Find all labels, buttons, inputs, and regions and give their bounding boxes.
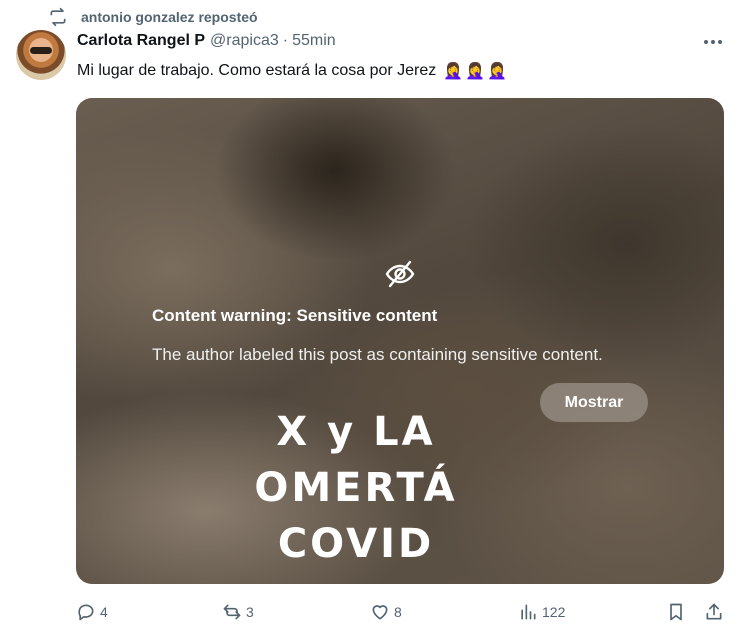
- more-dot: [711, 40, 715, 44]
- post-text: Mi lugar de trabajo. Como estará la cosa…: [77, 61, 437, 79]
- repost-button[interactable]: 3: [222, 600, 254, 624]
- like-icon: [372, 605, 388, 620]
- reply-button[interactable]: 4: [76, 600, 108, 624]
- views-icon: [521, 604, 536, 620]
- views-button[interactable]: 122: [518, 600, 565, 624]
- show-button[interactable]: Mostrar: [540, 383, 648, 422]
- share-button[interactable]: [704, 600, 724, 624]
- more-icon[interactable]: [700, 32, 726, 52]
- repost-count: 3: [246, 604, 254, 620]
- repost-text: antonio gonzalez reposteó: [81, 9, 258, 25]
- avatar-glasses: [30, 47, 52, 54]
- views-count: 122: [542, 604, 566, 620]
- bookmark-icon: [670, 603, 682, 621]
- content-warning-title: Content warning: Sensitive content: [152, 306, 438, 325]
- like-count: 8: [394, 604, 402, 620]
- repost-indicator[interactable]: antonio gonzalez reposteó: [48, 7, 258, 27]
- more-dot: [704, 40, 708, 44]
- repost-icon: [223, 604, 241, 620]
- post-header: Carlota Rangel P @rapica3 · 55min: [77, 32, 336, 50]
- reply-count: 4: [100, 604, 108, 620]
- content-warning-description: The author labeled this post as containi…: [152, 345, 603, 364]
- image-caption-line: OMERTÁ: [254, 465, 458, 511]
- more-dot: [718, 40, 722, 44]
- avatar[interactable]: [16, 30, 66, 80]
- like-button[interactable]: 8: [370, 600, 402, 624]
- media-sensitive-overlay[interactable]: Content warning: Sensitive content The a…: [76, 98, 724, 584]
- post-body: Mi lugar de trabajo. Como estará la cosa…: [77, 61, 509, 80]
- author-name[interactable]: Carlota Rangel P: [77, 32, 205, 50]
- separator-dot: ·: [282, 32, 289, 49]
- post-time[interactable]: 55min: [292, 32, 336, 50]
- eye-slash-icon: [385, 260, 415, 288]
- image-caption-line: X y LA: [276, 409, 436, 455]
- author-handle[interactable]: @rapica3: [210, 32, 279, 50]
- repost-icon: [50, 7, 66, 27]
- bookmark-button[interactable]: [666, 600, 686, 624]
- facepalm-emoji: 🤦‍♀️🤦‍♀️🤦‍♀️: [443, 61, 510, 80]
- share-icon: [706, 603, 722, 620]
- image-caption-line: COVID: [277, 521, 435, 567]
- reply-icon: [78, 604, 94, 621]
- image-caption: X y LA OMERTÁ COVID: [206, 404, 506, 572]
- action-bar: 4 3 8 122: [76, 600, 726, 624]
